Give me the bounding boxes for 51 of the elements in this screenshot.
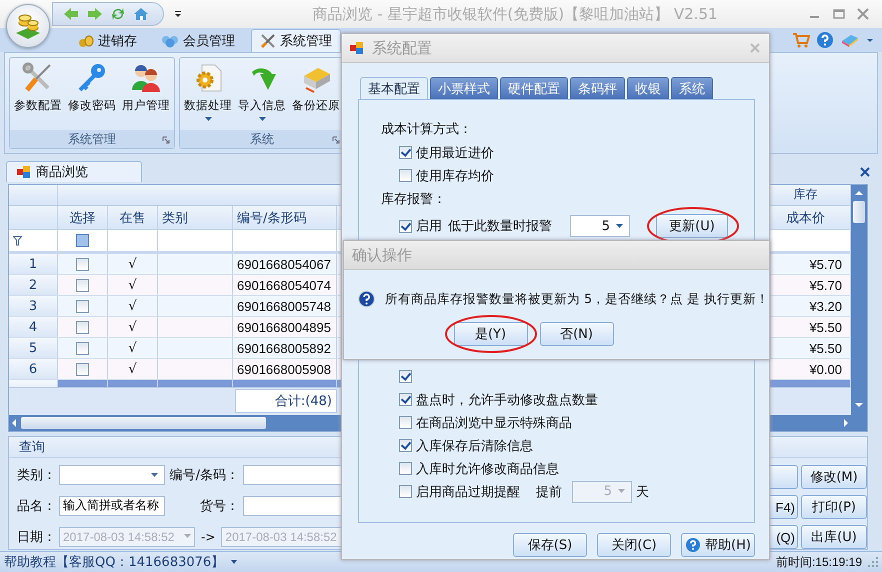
checkbox-label: 启用商品过期提醒 xyxy=(416,484,520,500)
field-label: 提前 xyxy=(536,484,562,500)
ribbon-group-title: 系统 xyxy=(250,130,274,148)
ribbon-button-label: 用户管理 xyxy=(122,98,170,113)
window-title: 商品浏览 - 星宇超市收银软件(免费版)【黎咀加油站】 V2.51 xyxy=(311,4,719,24)
row-number: 4 xyxy=(9,317,58,338)
ribbon-group-title: 系统管理 xyxy=(68,130,116,148)
table-cell: 6901668004895 xyxy=(233,317,337,338)
table-cell: 6901668054067 xyxy=(233,254,337,274)
field-label: 低于此数量时报警 xyxy=(448,218,552,235)
field-label: 日期： xyxy=(17,528,57,546)
section-label: 成本计算方式： xyxy=(381,121,473,138)
unit-label: 天 xyxy=(636,484,649,500)
table-cell: √ xyxy=(108,296,158,316)
row-number: 1 xyxy=(9,254,58,274)
panel-title: 查询 xyxy=(19,439,45,456)
checkbox-label: 入库保存后清除信息 xyxy=(416,438,533,454)
ribbon-button-label: 修改密码 xyxy=(68,98,116,113)
table-cell: 6901668005748 xyxy=(233,296,337,316)
range-separator: -> xyxy=(201,530,216,544)
ribbon-button-label: 备份还原 xyxy=(292,98,340,113)
row-number: 5 xyxy=(9,338,58,358)
checkbox-label: 使用最近进价 xyxy=(416,144,494,162)
table-cell: √ xyxy=(108,359,158,380)
checkbox-label: 入库时允许修改商品信息 xyxy=(416,460,559,478)
checkbox-label: 使用库存均价 xyxy=(416,168,494,184)
ribbon-button-label: 数据处理 xyxy=(184,98,232,113)
field-label: 品名： xyxy=(17,498,57,515)
row-number: 2 xyxy=(9,275,58,296)
table-cell: 6901668005892 xyxy=(233,338,337,358)
ribbon-button-label: 导入信息 xyxy=(238,98,286,113)
table-cell: √ xyxy=(108,275,158,296)
row-number: 6 xyxy=(9,359,58,380)
section-label: 库存报警： xyxy=(381,191,447,208)
table-cell: √ xyxy=(108,338,158,358)
table-cell: √ xyxy=(108,254,158,274)
checkbox-label: 在商品浏览中显示特殊商品 xyxy=(416,414,572,432)
checkbox-label: 启用 xyxy=(416,218,442,235)
checkbox-label: 盘点时，允许手动修改盘点数量 xyxy=(416,392,598,408)
dialog-title: 系统配置 xyxy=(372,38,432,58)
table-cell: 6901668005908 xyxy=(233,359,337,380)
table-cell: √ xyxy=(108,317,158,338)
dialog-title: 确认操作 xyxy=(352,246,412,264)
field-label: 编号/条码： xyxy=(168,467,240,484)
row-number: 3 xyxy=(9,296,58,316)
total-count: 合计:(48) xyxy=(235,389,337,414)
table-cell: 6901668054074 xyxy=(233,275,337,296)
current-time: 前时间:15:19:19 xyxy=(776,554,862,570)
ribbon-button-label: 参数配置 xyxy=(14,98,62,113)
field-label: 货号： xyxy=(199,498,240,515)
field-label: 类别： xyxy=(17,467,57,484)
